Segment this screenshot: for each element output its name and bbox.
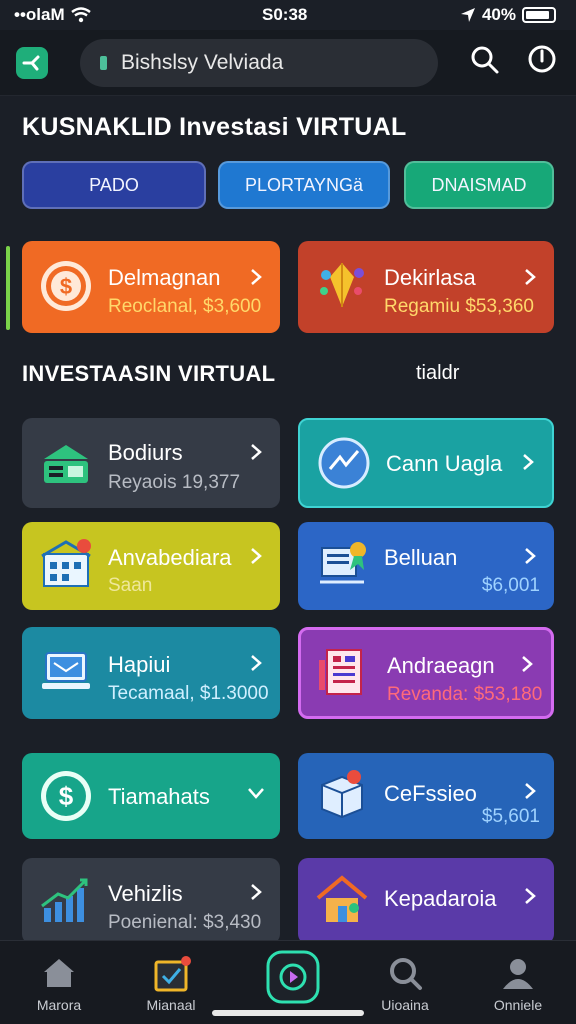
search-bar-indicator-icon — [100, 55, 107, 70]
building-icon — [41, 539, 91, 587]
scroll-accent-bar — [6, 246, 10, 330]
card-title: Belluan — [384, 545, 458, 570]
card-cefssieo[interactable]: CeFssieo $5,601 — [298, 753, 554, 839]
card-subtitle: Saan — [108, 575, 153, 596]
card-title: Vehizlis — [108, 881, 183, 906]
nav-item-home[interactable]: Marora — [9, 941, 109, 1024]
card-bodiurs[interactable]: Bodiurs Reyaois 19,377 — [22, 418, 280, 508]
chevron-right-icon — [523, 454, 534, 470]
globe-icon — [318, 437, 370, 489]
card-title: Anvabediara — [108, 545, 232, 570]
nav-item-calendar[interactable]: Mianaal — [121, 941, 221, 1024]
nav-label: Marora — [36, 997, 82, 1013]
chevron-right-icon — [525, 548, 536, 564]
card-subtitle: Revanda: $53,180 — [387, 684, 543, 705]
box-icon — [321, 770, 363, 819]
document-icon — [319, 649, 362, 695]
status-right: 40% — [460, 5, 556, 25]
nav-label: Mianaal — [146, 997, 196, 1013]
dollar-circle-icon: $ — [41, 771, 91, 821]
card-subtitle: $5,601 — [481, 806, 540, 827]
battery-fill — [526, 11, 550, 19]
card-title: Andraeagn — [387, 653, 495, 678]
card-tiamahats[interactable]: $ Tiamahats — [22, 753, 280, 839]
chevron-right-icon — [251, 548, 262, 564]
chevron-right-icon — [251, 444, 262, 460]
chevron-right-icon — [251, 655, 262, 671]
chevron-right-icon — [525, 269, 536, 285]
chevron-right-icon — [525, 888, 536, 904]
house-icon — [316, 875, 368, 922]
battery-percent: 40% — [481, 5, 516, 24]
laptop-icon — [42, 652, 90, 689]
status-bar: ••olaM S0:38 40% — [0, 0, 576, 30]
featured-title: Delmagnan — [108, 265, 221, 290]
featured-card-delmagnan[interactable]: $ Delmagnan Reoclanal, $3,600 — [22, 241, 280, 333]
app-logo[interactable] — [16, 46, 48, 79]
card-title: Bodiurs — [108, 440, 183, 465]
featured-card-dekirlasa[interactable]: Dekirlasa Regamiu $53,360 — [298, 241, 554, 333]
tab-dnaismad[interactable]: DNAISMAD — [404, 161, 554, 209]
dollar-coin-icon: $ — [41, 261, 91, 311]
svg-text:$: $ — [59, 781, 74, 811]
home-indicator — [212, 1010, 364, 1016]
chevron-down-icon — [248, 788, 264, 799]
card-kepadaroia[interactable]: Kepadaroia — [298, 858, 554, 944]
chevron-right-icon — [525, 783, 536, 799]
location-arrow-icon — [460, 8, 475, 22]
search-icon[interactable] — [468, 43, 500, 75]
calendar-icon — [154, 956, 191, 992]
card-hapiui[interactable]: Hapiui Tecamaal, $1.3000 — [22, 627, 280, 719]
chevron-right-icon — [251, 884, 262, 900]
power-icon[interactable] — [526, 43, 558, 75]
featured-subtitle: Regamiu $53,360 — [384, 296, 534, 317]
section-title-top: KUSNAKLID Investasi VIRTUAL — [22, 113, 407, 141]
search-icon — [390, 958, 422, 990]
profile-icon — [503, 959, 533, 989]
card-cann-uagla[interactable]: Cann Uagla — [298, 418, 554, 508]
card-anvabediara[interactable]: Anvabediara Saan — [22, 522, 280, 610]
wifi-icon — [70, 7, 91, 23]
logo-leaf-icon — [22, 55, 40, 70]
tab-pado[interactable]: PADO — [22, 161, 206, 209]
gem-pen-icon — [320, 263, 364, 307]
status-left: ••olaM — [14, 5, 91, 25]
card-subtitle: Poenienal: $3,430 — [108, 912, 262, 933]
nav-item-search[interactable]: Uioaina — [355, 941, 455, 1024]
certificate-icon — [320, 542, 366, 584]
chevron-right-icon — [251, 269, 262, 285]
card-andraeagn[interactable]: Andraeagn Revanda: $53,180 — [298, 627, 554, 719]
featured-title: Dekirlasa — [384, 265, 476, 290]
play-center-icon — [266, 950, 320, 1004]
chevron-right-icon — [522, 656, 533, 672]
card-belluan[interactable]: Belluan $6,001 — [298, 522, 554, 610]
home-icon — [44, 959, 74, 987]
tab-plortayng[interactable]: PLORTAYNGä — [218, 161, 390, 209]
app-header: Bishslsy Velviada — [0, 30, 576, 96]
growth-chart-icon — [41, 878, 88, 922]
card-vehizlis[interactable]: Vehizlis Poenienal: $3,430 — [22, 858, 280, 944]
nav-item-profile[interactable]: Onniele — [468, 941, 568, 1024]
nav-label: Uioaina — [381, 997, 429, 1013]
clock: S0:38 — [262, 5, 308, 24]
cash-stack-icon — [44, 445, 88, 483]
section-title-investaasin: INVESTAASIN VIRTUAL — [22, 361, 276, 386]
search-bar-text: Bishslsy Velviada — [121, 50, 284, 74]
svg-text:$: $ — [60, 274, 72, 299]
card-subtitle: Reyaois 19,377 — [108, 472, 241, 493]
card-subtitle: $6,001 — [481, 575, 540, 596]
card-title: Hapiui — [108, 652, 171, 677]
search-bar[interactable]: Bishslsy Velviada — [80, 38, 438, 87]
featured-subtitle: Reoclanal, $3,600 — [108, 296, 262, 317]
card-title: Kepadaroia — [384, 886, 497, 911]
nav-label: Onniele — [493, 997, 543, 1013]
card-subtitle: Tecamaal, $1.3000 — [108, 683, 269, 704]
card-title: CeFssieo — [384, 781, 477, 806]
card-title: Cann Uagla — [386, 451, 503, 476]
section-side-label[interactable]: tialdr — [416, 362, 459, 385]
card-title: Tiamahats — [108, 784, 210, 809]
battery-icon — [522, 7, 556, 23]
carrier-text: ••olaM — [14, 5, 65, 24]
